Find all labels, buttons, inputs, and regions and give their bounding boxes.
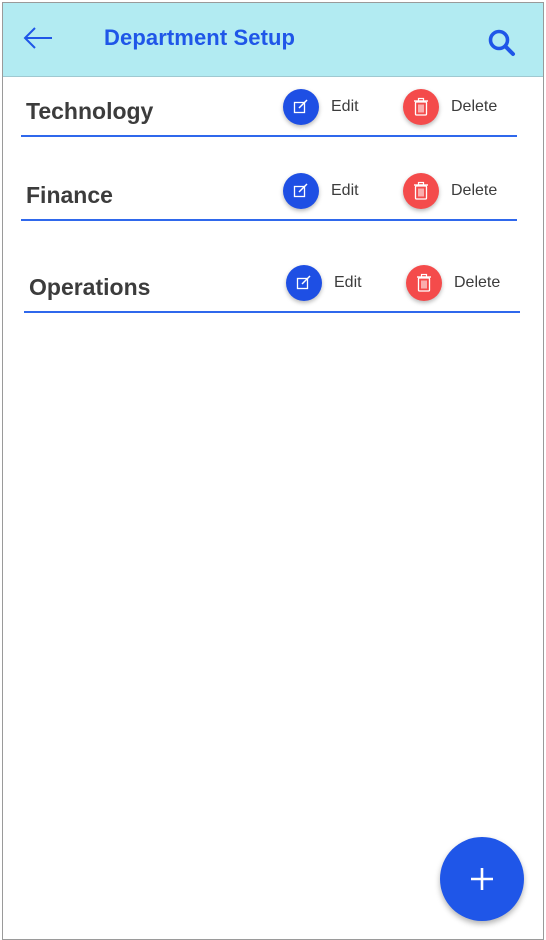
edit-label: Edit — [331, 182, 359, 199]
department-row-technology: Technology Edit Delete — [21, 89, 517, 139]
app-screen: Department Setup Technology Edit Delete … — [2, 2, 544, 940]
edit-label: Edit — [334, 274, 362, 291]
delete-button[interactable]: Delete — [406, 265, 500, 301]
edit-label: Edit — [331, 98, 359, 115]
search-icon[interactable] — [487, 28, 517, 58]
row-divider — [21, 219, 517, 221]
delete-button[interactable]: Delete — [403, 89, 497, 125]
trash-icon[interactable] — [406, 265, 442, 301]
department-name: Operations — [29, 274, 151, 300]
add-department-button[interactable] — [440, 837, 524, 921]
edit-icon[interactable] — [283, 89, 319, 125]
delete-button[interactable]: Delete — [403, 173, 497, 209]
row-divider — [21, 135, 517, 137]
department-row-operations: Operations Edit Delete — [24, 265, 520, 315]
edit-button[interactable]: Edit — [283, 173, 359, 209]
department-name: Finance — [26, 182, 113, 208]
delete-label: Delete — [454, 274, 501, 291]
department-name: Technology — [26, 98, 154, 124]
department-row-finance: Finance Edit Delete — [21, 173, 517, 223]
trash-icon[interactable] — [403, 89, 439, 125]
delete-label: Delete — [451, 98, 498, 115]
page-title: Department Setup — [104, 25, 296, 50]
edit-button[interactable]: Edit — [283, 89, 359, 125]
edit-icon[interactable] — [283, 173, 319, 209]
plus-icon — [471, 868, 493, 890]
arrow-left-icon[interactable] — [21, 25, 55, 51]
trash-icon[interactable] — [403, 173, 439, 209]
app-bar: Department Setup — [3, 3, 543, 77]
row-divider — [24, 311, 520, 313]
delete-label: Delete — [451, 182, 498, 199]
edit-button[interactable]: Edit — [286, 265, 362, 301]
edit-icon[interactable] — [286, 265, 322, 301]
